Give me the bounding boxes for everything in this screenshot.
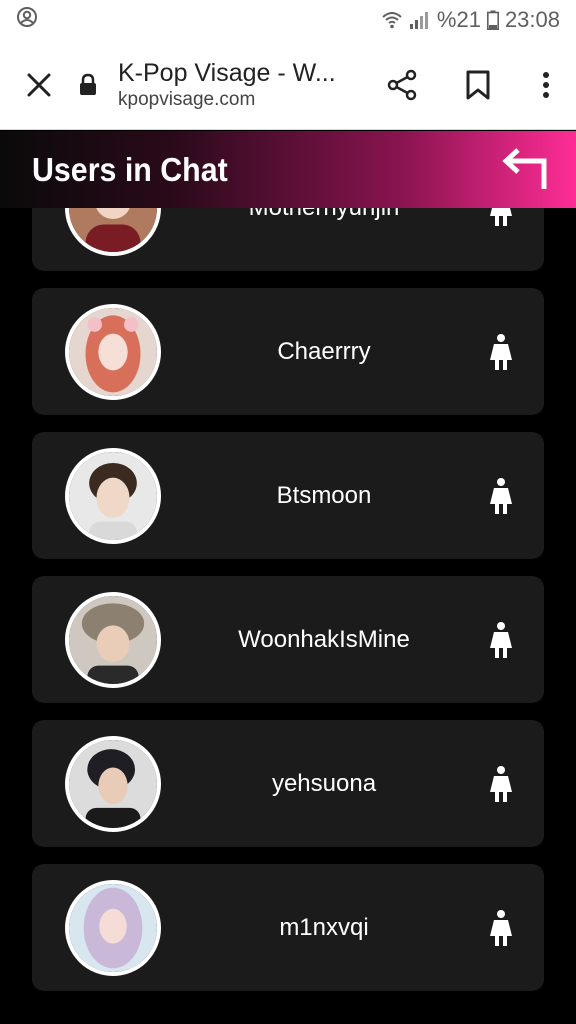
account-circle-icon bbox=[16, 6, 38, 34]
battery-icon bbox=[486, 10, 499, 30]
avatar bbox=[65, 448, 161, 544]
user-card[interactable]: WoonhakIsMine bbox=[32, 576, 544, 703]
battery-percent: %21 bbox=[436, 7, 481, 32]
more-options-button[interactable] bbox=[516, 40, 576, 130]
username: yehsuona bbox=[271, 769, 377, 797]
lock-icon bbox=[78, 40, 118, 130]
username: WoonhakIsMine bbox=[238, 625, 410, 653]
close-icon bbox=[27, 73, 51, 96]
bookmark-button[interactable] bbox=[440, 40, 516, 130]
share-icon bbox=[387, 69, 417, 100]
status-left bbox=[16, 6, 38, 34]
user-list: Motherhyunjin Chaerrry Btsmoon WoonhakIs… bbox=[0, 131, 576, 1024]
user-card[interactable]: m1nxvqi bbox=[32, 864, 544, 991]
female-icon bbox=[490, 766, 512, 802]
user-card[interactable]: Chaerrry bbox=[32, 288, 544, 415]
close-button[interactable] bbox=[0, 40, 78, 130]
return-arrow-icon bbox=[502, 148, 547, 189]
username: m1nxvqi bbox=[279, 913, 369, 941]
avatar bbox=[65, 880, 161, 976]
female-icon bbox=[490, 622, 512, 658]
page-content: Users in Chat Motherhyunjin Chaerrry bbox=[0, 131, 576, 1024]
wifi-icon bbox=[381, 10, 403, 30]
avatar bbox=[65, 592, 161, 688]
chat-users-header: Users in Chat bbox=[0, 131, 576, 208]
bookmark-icon bbox=[466, 70, 490, 99]
female-icon bbox=[490, 478, 512, 514]
username: Chaerrry bbox=[277, 337, 371, 365]
avatar bbox=[65, 736, 161, 832]
share-button[interactable] bbox=[364, 40, 440, 130]
status-right: %21 23:08 bbox=[381, 7, 560, 33]
avatar bbox=[65, 304, 161, 400]
url-block[interactable]: K-Pop Visage - W... kpopvisage.com bbox=[118, 58, 364, 112]
back-button[interactable] bbox=[500, 147, 548, 191]
female-icon bbox=[490, 334, 512, 370]
header-title: Users in Chat bbox=[32, 150, 228, 188]
female-icon bbox=[490, 910, 512, 946]
status-bar: %21 23:08 bbox=[0, 0, 576, 40]
more-vert-icon bbox=[543, 71, 549, 98]
user-card[interactable]: Btsmoon bbox=[32, 432, 544, 559]
signal-icon bbox=[409, 10, 431, 30]
status-time: 23:08 bbox=[504, 7, 560, 32]
browser-toolbar: K-Pop Visage - W... kpopvisage.com bbox=[0, 40, 576, 130]
user-card[interactable]: yehsuona bbox=[32, 720, 544, 847]
username: Btsmoon bbox=[276, 481, 372, 509]
page-title: K-Pop Visage - W... bbox=[118, 58, 336, 87]
page-domain: kpopvisage.com bbox=[118, 88, 256, 110]
